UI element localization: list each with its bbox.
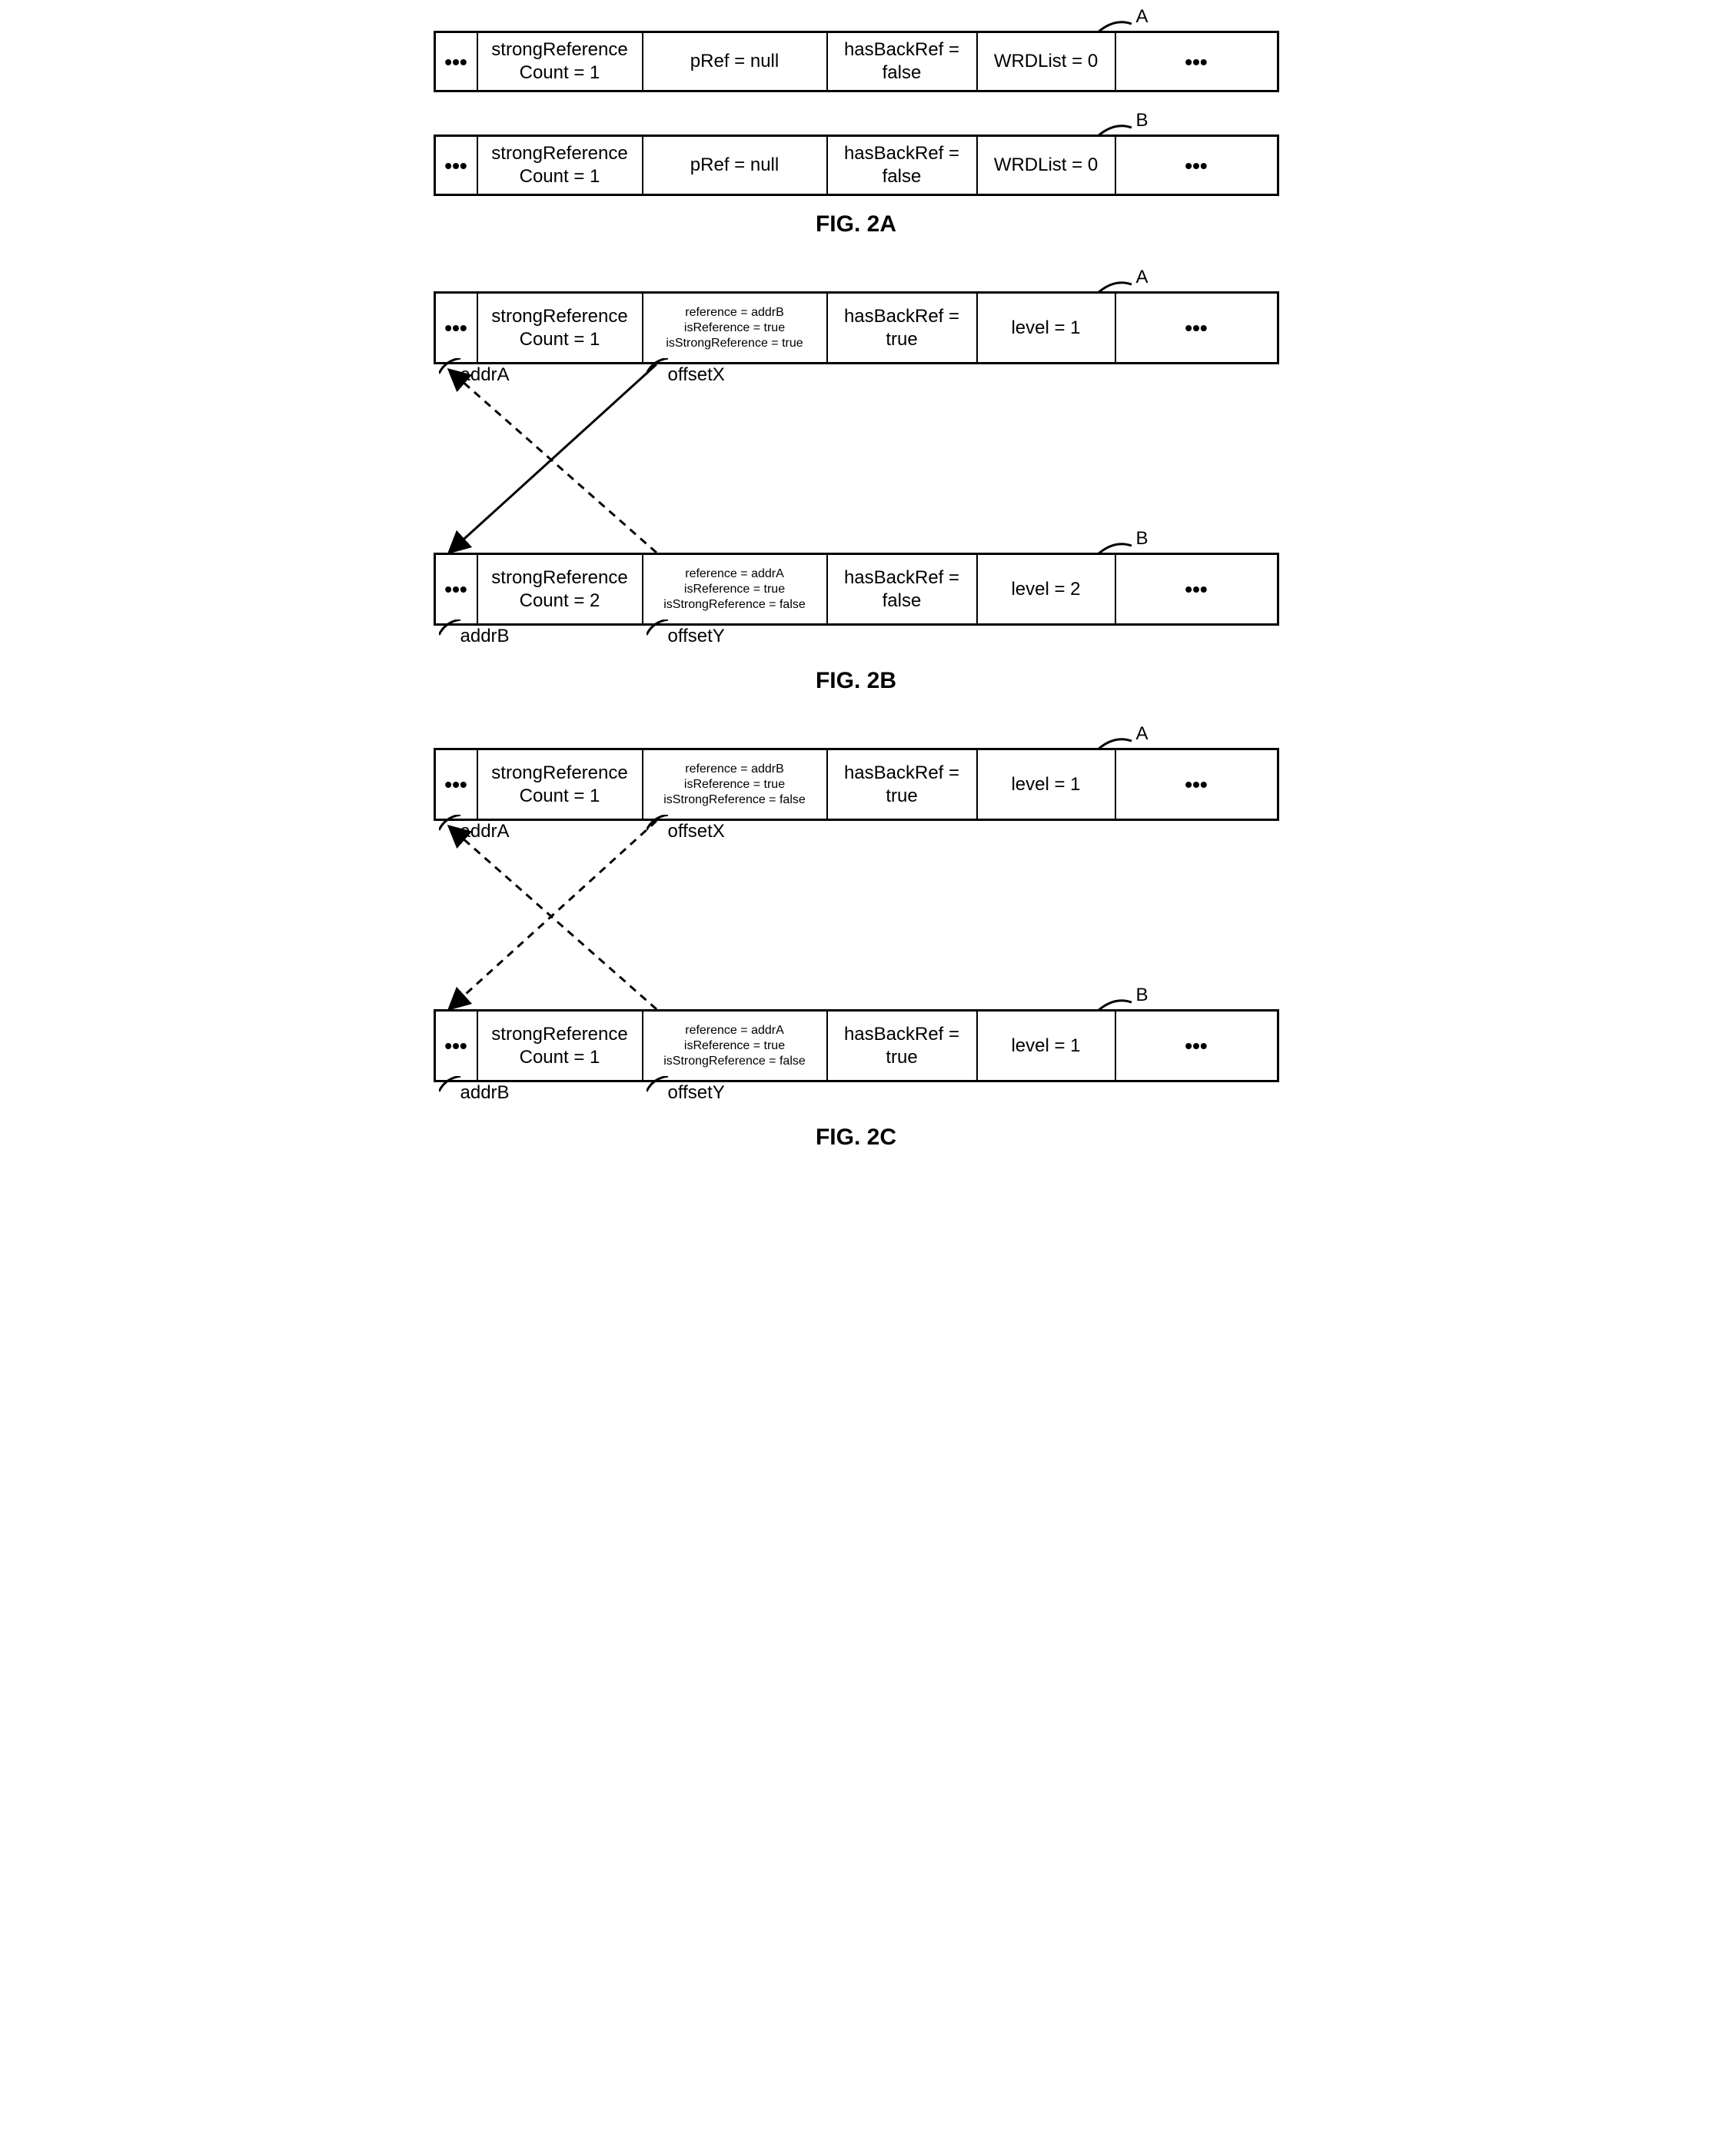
offset-label: offsetX	[668, 821, 725, 842]
figure-title-2c: FIG. 2C	[434, 1125, 1279, 1151]
figure-title-2b: FIG. 2B	[434, 668, 1279, 694]
cell-pref: pRef = null	[643, 137, 828, 194]
cell-level: level = 2	[978, 555, 1116, 623]
addr-label: addrB	[460, 626, 510, 647]
label-text: A	[1135, 723, 1148, 744]
ref-line: isReference = true	[648, 1038, 822, 1054]
offset-text: offsetX	[668, 364, 725, 385]
dots-left: •••	[436, 555, 478, 623]
ref-line: isReference = true	[648, 582, 822, 597]
addr-text: addrB	[460, 626, 510, 646]
addr-label: addrA	[460, 364, 510, 386]
label-text: B	[1135, 985, 1148, 1005]
offset-label: offsetY	[668, 1082, 725, 1104]
ref-line: isStrongReference = false	[648, 1054, 822, 1069]
ref-line: isStrongReference = false	[648, 792, 822, 808]
cell-hasbackref: hasBackRef = false	[828, 33, 978, 90]
cell-strong-ref-count: strongReference Count = 2	[478, 555, 643, 623]
offset-text: offsetY	[668, 626, 725, 646]
ref-line: reference = addrA	[648, 566, 822, 582]
ref-line: reference = addrA	[648, 1023, 822, 1038]
cell-reference-block: reference = addrB isReference = true isS…	[643, 750, 828, 819]
ref-line: reference = addrB	[648, 762, 822, 777]
addr-text: addrA	[460, 364, 510, 385]
row-label-b: B	[1135, 985, 1148, 1006]
ref-line: isReference = true	[648, 777, 822, 792]
dots-right: •••	[1116, 750, 1277, 819]
row-label-a: A	[1135, 267, 1148, 288]
record-row: ••• strongReference Count = 1 reference …	[434, 1009, 1279, 1082]
offset-text: offsetX	[668, 821, 725, 842]
offset-text: offsetY	[668, 1082, 725, 1103]
label-text: A	[1135, 267, 1148, 287]
offset-label: offsetX	[668, 364, 725, 386]
ref-line: reference = addrB	[648, 305, 822, 321]
dots-left: •••	[436, 33, 478, 90]
cell-pref: pRef = null	[643, 33, 828, 90]
addr-label: addrA	[460, 821, 510, 842]
dots-left: •••	[436, 137, 478, 194]
record-row: ••• strongReference Count = 1 reference …	[434, 748, 1279, 821]
dots-right: •••	[1116, 137, 1277, 194]
cell-reference-block: reference = addrB isReference = true isS…	[643, 294, 828, 362]
record-row: ••• strongReference Count = 1 pRef = nul…	[434, 135, 1279, 196]
cell-hasbackref: hasBackRef = false	[828, 137, 978, 194]
cell-level: level = 1	[978, 750, 1116, 819]
cell-wrdlist: WRDList = 0	[978, 137, 1116, 194]
row-label-a: A	[1135, 723, 1148, 745]
dots-right: •••	[1116, 1012, 1277, 1080]
row-label-b: B	[1135, 528, 1148, 550]
dots-left: •••	[436, 294, 478, 362]
ref-line: isReference = true	[648, 321, 822, 336]
cell-strong-ref-count: strongReference Count = 1	[478, 1012, 643, 1080]
addr-text: addrB	[460, 1082, 510, 1103]
record-row: ••• strongReference Count = 1 reference …	[434, 291, 1279, 364]
dots-right: •••	[1116, 555, 1277, 623]
dots-right: •••	[1116, 294, 1277, 362]
dots-right: •••	[1116, 33, 1277, 90]
cell-reference-block: reference = addrA isReference = true isS…	[643, 1012, 828, 1080]
addr-text: addrA	[460, 821, 510, 842]
addr-label: addrB	[460, 1082, 510, 1104]
ref-line: isStrongReference = true	[648, 336, 822, 351]
figure-2a: A ••• strongReference Count = 1 pRef = n…	[434, 31, 1279, 238]
row-label-b: B	[1135, 110, 1148, 131]
ref-line: isStrongReference = false	[648, 597, 822, 613]
offset-label: offsetY	[668, 626, 725, 647]
dots-left: •••	[436, 750, 478, 819]
cell-strong-ref-count: strongReference Count = 1	[478, 33, 643, 90]
figure-title-2a: FIG. 2A	[434, 211, 1279, 238]
cell-hasbackref: hasBackRef = true	[828, 294, 978, 362]
record-row: ••• strongReference Count = 1 pRef = nul…	[434, 31, 1279, 92]
label-text: B	[1135, 528, 1148, 549]
row-label-a: A	[1135, 6, 1148, 28]
figure-2c: A ••• strongReference Count = 1 referenc…	[434, 725, 1279, 1151]
dots-left: •••	[436, 1012, 478, 1080]
cell-wrdlist: WRDList = 0	[978, 33, 1116, 90]
label-text: A	[1135, 6, 1148, 27]
cell-hasbackref: hasBackRef = true	[828, 750, 978, 819]
cell-strong-ref-count: strongReference Count = 1	[478, 137, 643, 194]
record-row: ••• strongReference Count = 2 reference …	[434, 553, 1279, 626]
label-text: B	[1135, 110, 1148, 131]
cell-hasbackref: hasBackRef = true	[828, 1012, 978, 1080]
cell-level: level = 1	[978, 1012, 1116, 1080]
figure-2b: A ••• strongReference Count = 1 referenc…	[434, 268, 1279, 694]
cell-strong-ref-count: strongReference Count = 1	[478, 750, 643, 819]
cell-hasbackref: hasBackRef = false	[828, 555, 978, 623]
cell-reference-block: reference = addrA isReference = true isS…	[643, 555, 828, 623]
cell-strong-ref-count: strongReference Count = 1	[478, 294, 643, 362]
cell-level: level = 1	[978, 294, 1116, 362]
